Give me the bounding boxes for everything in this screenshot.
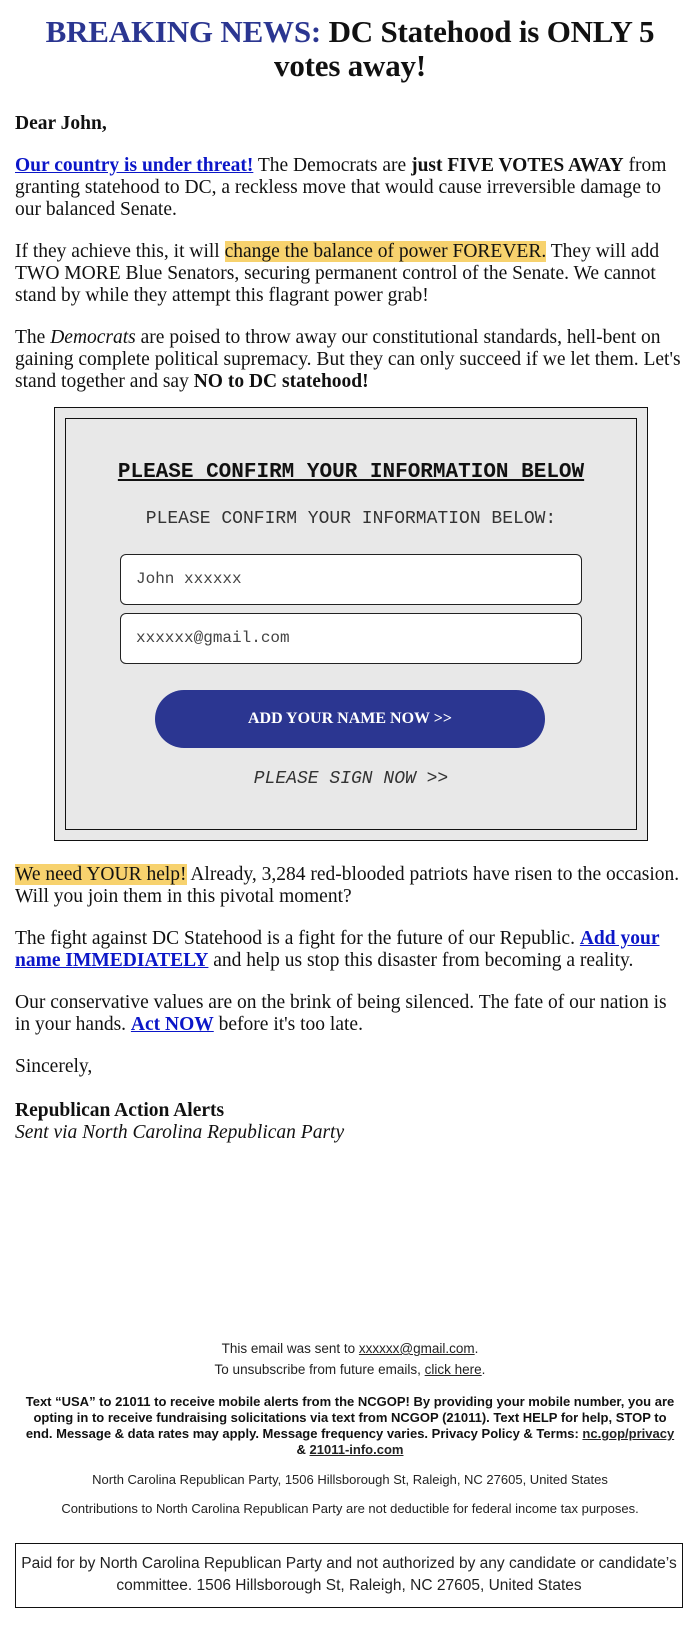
paragraph-fight: The fight against DC Statehood is a figh… [15,928,685,972]
email-footer: This email was sent to xxxxxx@gmail.com.… [0,1338,700,1516]
terms-link[interactable]: 21011-info.com [310,1442,404,1457]
sent-to-line: This email was sent to xxxxxx@gmail.com. [0,1338,700,1359]
privacy-link[interactable]: nc.gop/privacy [582,1426,674,1441]
signup-form: PLEASE CONFIRM YOUR INFORMATION BELOW PL… [54,407,648,841]
tax-disclaimer: Contributions to North Carolina Republic… [61,1501,639,1516]
act-now-link[interactable]: Act NOW [131,1014,214,1035]
text: If they achieve this, it will [15,241,225,262]
italic-text: Democrats [50,327,136,348]
threat-link[interactable]: Our country is under threat! [15,155,253,176]
sender-via: Sent via North Carolina Republican Party [15,1122,345,1143]
paragraph-threat: Our country is under threat! The Democra… [15,155,685,221]
org-address: North Carolina Republican Party, 1506 Hi… [92,1472,608,1487]
email-field[interactable]: xxxxxx@gmail.com [120,613,582,664]
text: . [474,1341,479,1356]
headline-rest: DC Statehood is ONLY 5 votes away! [274,14,655,83]
text: To unsubscribe from future emails, [214,1362,425,1377]
text: and help us stop this disaster from beco… [208,950,634,971]
bold-text: just FIVE VOTES AWAY [411,155,624,176]
highlighted-text: change the balance of power FOREVER. [224,241,547,262]
text: & [296,1442,310,1457]
sign-now-link[interactable]: PLEASE SIGN NOW >> [66,769,636,789]
text: Text “USA” to 21011 to receive mobile al… [25,1394,675,1441]
form-title: PLEASE CONFIRM YOUR INFORMATION BELOW [117,461,585,484]
text: The fight against DC Statehood is a figh… [15,928,580,949]
add-your-name-button[interactable]: ADD YOUR NAME NOW >> [155,690,545,748]
paragraph-values: Our conservative values are on the brink… [15,992,685,1036]
sender-name: Republican Action Alerts [15,1100,225,1121]
closing: Sincerely, [15,1056,93,1077]
paid-for-disclaimer: Paid for by North Carolina Republican Pa… [15,1543,683,1608]
recipient-email-link[interactable]: xxxxxx@gmail.com [359,1341,475,1356]
name-field[interactable]: John xxxxxx [120,554,582,605]
headline: BREAKING NEWS: DC Statehood is ONLY 5 vo… [15,0,685,83]
headline-prefix: BREAKING NEWS: [45,14,322,49]
text: This email was sent to [221,1341,359,1356]
text: . [481,1362,486,1377]
unsubscribe-link[interactable]: click here [425,1362,482,1377]
signup-form-inner: PLEASE CONFIRM YOUR INFORMATION BELOW PL… [65,418,637,830]
form-subtitle: PLEASE CONFIRM YOUR INFORMATION BELOW: [145,509,557,529]
highlighted-text: We need YOUR help! [15,864,187,885]
bold-text: NO to DC statehood! [193,371,369,392]
paragraph-help: We need YOUR help! Already, 3,284 red-bl… [15,864,685,908]
text: The Democrats are [253,155,412,176]
greeting: Dear John, [15,113,107,134]
text: The [15,327,51,348]
unsubscribe-line: To unsubscribe from future emails, click… [0,1359,700,1380]
text: before it's too late. [213,1014,363,1035]
paragraph-balance: If they achieve this, it will change the… [15,241,685,307]
sms-disclaimer: Text “USA” to 21011 to receive mobile al… [20,1394,680,1458]
paragraph-democrats: The Democrats are poised to throw away o… [15,327,685,393]
